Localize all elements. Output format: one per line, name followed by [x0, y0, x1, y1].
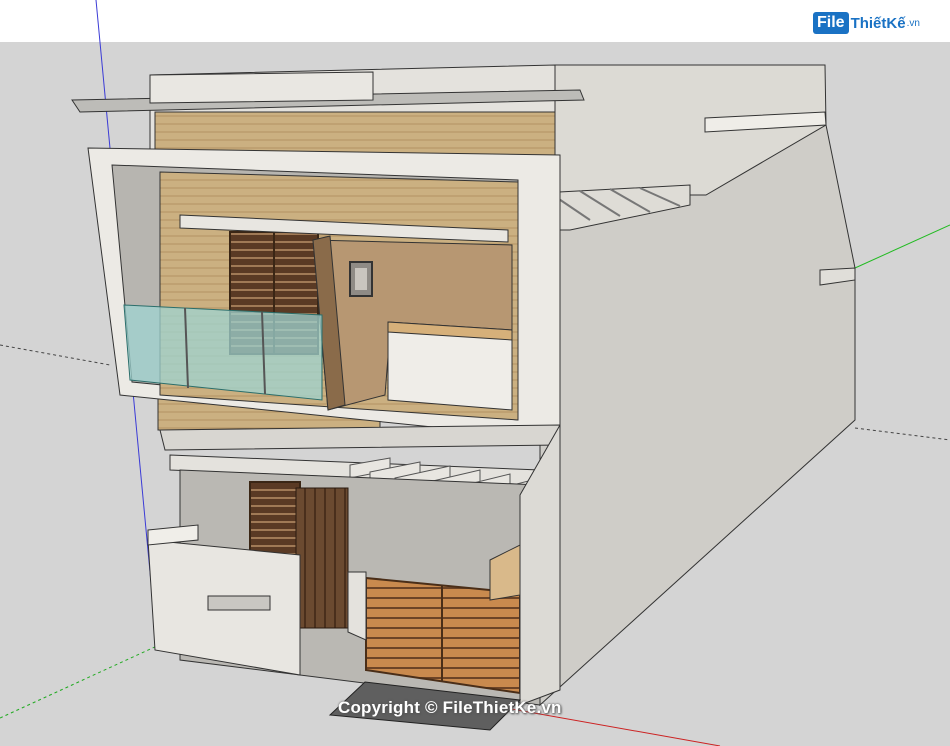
house-model-3d[interactable]: [0, 0, 950, 746]
copyright-watermark: Copyright © FileThietKe.vn: [338, 698, 562, 717]
logo-domain-text: .vn: [906, 17, 920, 29]
vertical-wood-screen: [295, 487, 349, 629]
axis-dashed-right: [854, 427, 950, 441]
roof-top: [149, 71, 374, 104]
sketchup-viewport[interactable]: File ThiếtKế .vn Copyright © FileThietKe…: [0, 0, 950, 746]
logo-thietke-text: ThiếtKế: [850, 14, 906, 32]
axis-dashed-left: [0, 344, 111, 366]
gate-pillar: [347, 571, 367, 641]
logo-file-text: File: [813, 12, 849, 34]
green-axis-solid: [854, 224, 950, 269]
right-corner-pillar: [519, 423, 561, 706]
green-axis-dashed: [0, 645, 158, 719]
filethietke-logo-icon: File ThiếtKế .vn: [813, 10, 920, 36]
